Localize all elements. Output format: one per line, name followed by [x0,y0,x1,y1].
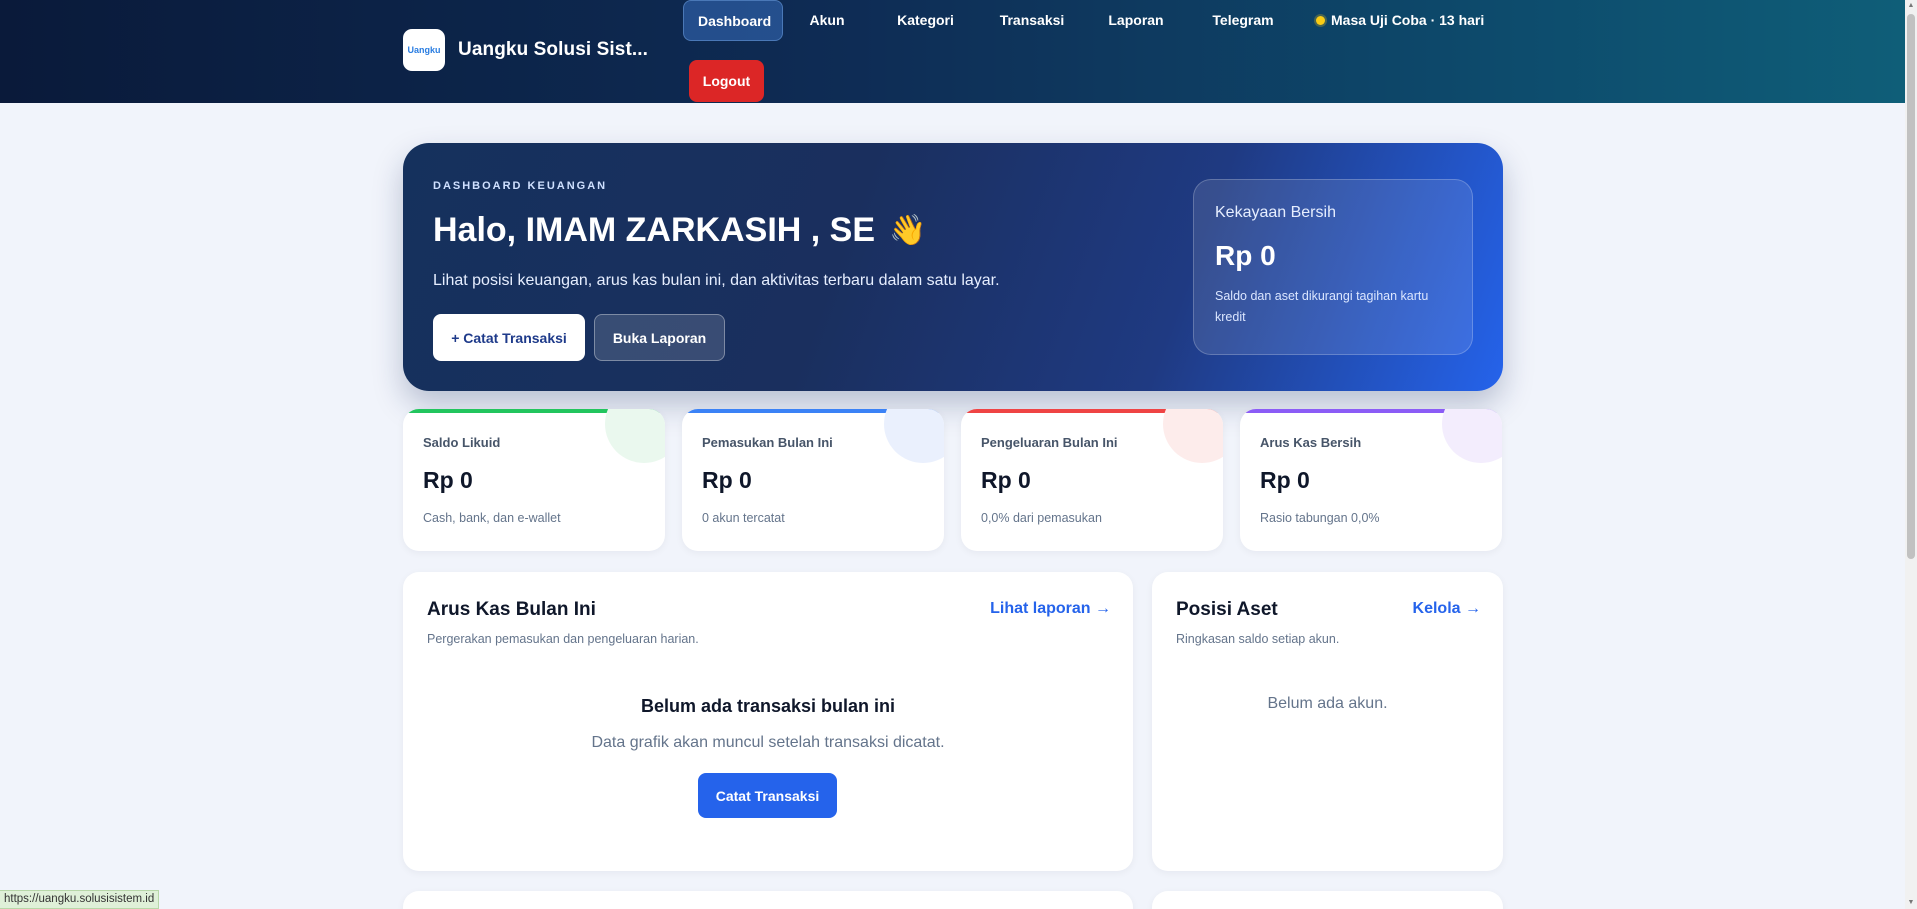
stat-decor-circle [884,409,944,463]
brand[interactable]: Uangku Uangku Solusi Sist... [403,29,648,71]
record-transaction-button[interactable]: + Catat Transaksi [433,314,585,361]
trial-label: Masa Uji Coba · 13 hari [1331,12,1485,28]
stat-sub: Cash, bank, dan e-wallet [423,511,561,525]
stat-sub: Rasio tabungan 0,0% [1260,511,1380,525]
stat-sub: 0 akun tercatat [702,511,785,525]
logout-button[interactable]: Logout [689,60,764,102]
stat-decor-circle [1163,409,1223,463]
asset-position-panel: Posisi Aset Ringkasan saldo setiap akun.… [1152,572,1503,871]
trial-status: Masa Uji Coba · 13 hari [1316,0,1491,41]
scroll-up-icon[interactable]: ▲ [1907,2,1915,10]
networth-card: Kekayaan Bersih Rp 0 Saldo dan aset diku… [1193,179,1473,355]
nav-akun[interactable]: Akun [805,0,849,41]
empty-state-subtitle: Data grafik akan muncul setelah transaks… [591,734,945,751]
trial-dot-icon [1316,16,1325,25]
stat-label: Arus Kas Bersih [1260,435,1362,450]
stat-decor-circle [605,409,665,463]
hero-greeting: Halo, IMAM ZARKASIH , SE 👋 [433,211,926,250]
stat-value: Rp 0 [702,467,752,493]
brand-name: Uangku Solusi Sist... [458,39,649,60]
panel-subtitle: Pergerakan pemasukan dan pengeluaran har… [427,632,699,646]
stat-sub: 0,0% dari pemasukan [981,511,1102,525]
networth-description: Saldo dan aset dikurangi tagihan kartu k… [1215,289,1429,324]
greeting-text: Halo, IMAM ZARKASIH , SE [433,211,876,249]
cashflow-panel: Arus Kas Bulan Ini Pergerakan pemasukan … [403,572,1133,871]
nav-dashboard[interactable]: Dashboard [683,0,783,41]
hero-banner: DASHBOARD KEUANGAN Halo, IMAM ZARKASIH ,… [403,143,1503,391]
open-report-button[interactable]: Buka Laporan [594,314,725,361]
stat-value: Rp 0 [423,467,473,493]
brand-logo: Uangku [403,29,445,71]
stat-card-net-cashflow: Arus Kas Bersih Rp 0 Rasio tabungan 0,0% [1240,409,1502,551]
hero-kicker: DASHBOARD KEUANGAN [433,180,608,192]
nav-laporan[interactable]: Laporan [1106,0,1166,41]
page-scrollbar[interactable]: ▲ ▼ [1905,0,1917,909]
nav-telegram[interactable]: Telegram [1210,0,1276,41]
stat-card-liquid: Saldo Likuid Rp 0 Cash, bank, dan e-wall… [403,409,665,551]
manage-link[interactable]: Kelola → [1413,600,1481,618]
scrollbar-thumb[interactable] [1907,14,1915,559]
stat-label: Saldo Likuid [423,435,501,450]
scroll-down-icon[interactable]: ▼ [1907,899,1915,907]
panel-title: Posisi Aset [1176,599,1278,620]
top-navbar: Uangku Uangku Solusi Sist... Dashboard A… [0,0,1905,103]
stat-value: Rp 0 [981,467,1031,493]
networth-value: Rp 0 [1215,240,1276,271]
stat-card-expense: Pengeluaran Bulan Ini Rp 0 0,0% dari pem… [961,409,1223,551]
stat-card-income: Pemasukan Bulan Ini Rp 0 0 akun tercatat [682,409,944,551]
nav-transaksi[interactable]: Transaksi [998,0,1066,41]
hero-subtitle: Lihat posisi keuangan, arus kas bulan in… [433,272,1000,289]
networth-title: Kekayaan Bersih [1215,204,1336,221]
empty-state-title: Belum ada transaksi bulan ini [640,696,896,716]
view-report-link[interactable]: Lihat laporan → [990,600,1111,618]
record-transaction-cta[interactable]: Catat Transaksi [698,773,837,818]
stat-value: Rp 0 [1260,467,1310,493]
nav-kategori[interactable]: Kategori [892,0,959,41]
empty-accounts-text: Belum ada akun. [1267,695,1388,712]
next-panel-left [403,891,1133,909]
waving-hand-icon: 👋 [889,214,927,247]
stat-label: Pemasukan Bulan Ini [702,435,833,450]
stat-decor-circle [1442,409,1502,463]
panel-subtitle: Ringkasan saldo setiap akun. [1176,632,1340,646]
next-panel-right [1152,891,1503,909]
panel-title: Arus Kas Bulan Ini [427,599,596,620]
link-status-url: https://uangku.solusisistem.id [0,890,160,909]
stat-label: Pengeluaran Bulan Ini [981,435,1118,450]
